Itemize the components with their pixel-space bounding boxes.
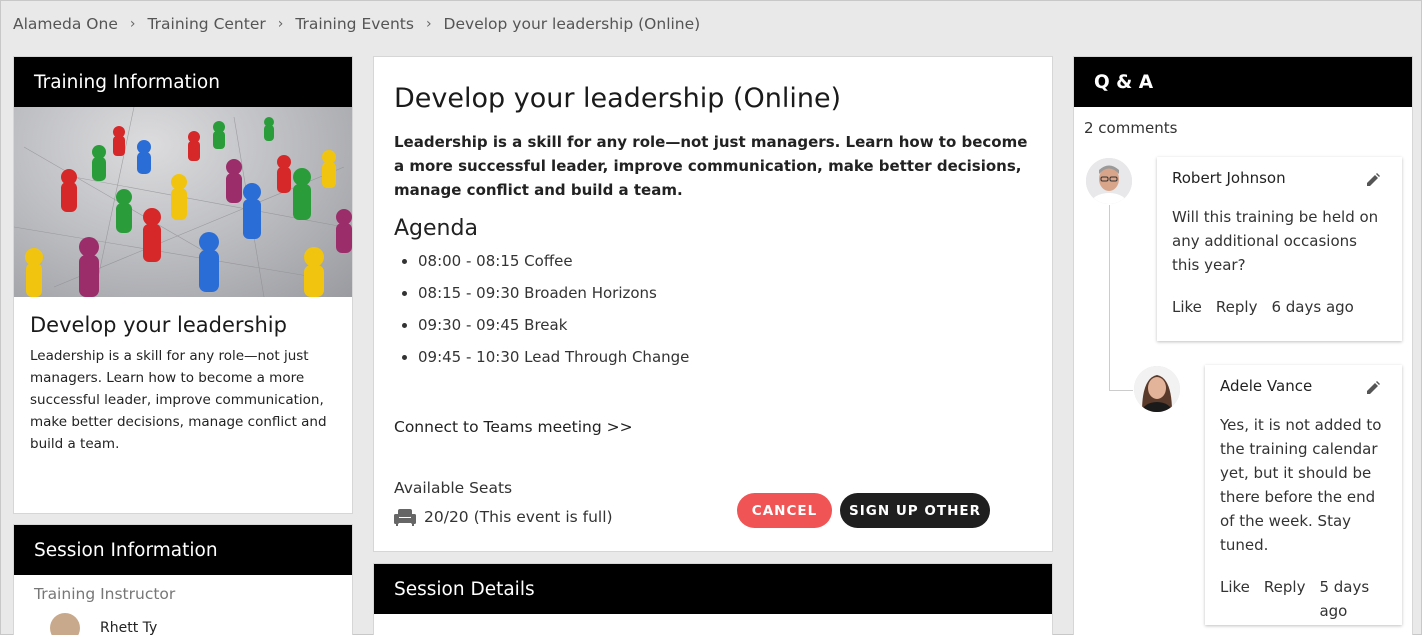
available-seats-label: Available Seats — [394, 479, 513, 497]
agenda-item: 08:15 - 09:30 Broaden Horizons — [418, 277, 1032, 309]
pencil-icon[interactable] — [1366, 173, 1380, 187]
comment-body: Yes, it is not added to the training cal… — [1220, 416, 1382, 554]
reply-button[interactable]: Reply — [1264, 575, 1306, 623]
agenda-item: 08:00 - 08:15 Coffee — [418, 245, 1032, 277]
training-hero-image — [14, 107, 352, 297]
agenda-title: Agenda — [394, 216, 478, 241]
thread-line — [1109, 205, 1110, 391]
instructor-row[interactable]: Rhett Ty — [50, 613, 352, 635]
comment-author[interactable]: Adele Vance — [1220, 377, 1387, 395]
pencil-icon[interactable] — [1366, 381, 1380, 395]
agenda-list: 08:00 - 08:15 Coffee 08:15 - 09:30 Broad… — [394, 245, 1032, 373]
chevron-right-icon: › — [425, 16, 432, 32]
sign-up-other-button[interactable]: SIGN UP OTHER — [840, 493, 990, 528]
avatar[interactable] — [1086, 158, 1132, 204]
comment-author[interactable]: Robert Johnson — [1172, 169, 1387, 187]
thread-line — [1109, 390, 1133, 391]
comment-body: Will this training be held on any additi… — [1172, 208, 1379, 274]
event-card: Develop your leadership (Online) Leaders… — [373, 56, 1053, 552]
training-information-card: Training Information Develop your leader… — [13, 56, 353, 514]
agenda-item: 09:30 - 09:45 Break — [418, 309, 1032, 341]
chevron-right-icon: › — [129, 16, 136, 32]
agenda-item: 09:45 - 10:30 Lead Through Change — [418, 341, 1032, 373]
event-lead: Leadership is a skill for any role—not j… — [394, 133, 1028, 199]
reply-button[interactable]: Reply — [1216, 295, 1258, 319]
training-information-header: Training Information — [14, 57, 352, 107]
like-button[interactable]: Like — [1172, 295, 1202, 319]
event-title: Develop your leadership (Online) — [394, 83, 842, 114]
instructor-label: Training Instructor — [34, 585, 176, 603]
comment-time: 5 days ago — [1319, 578, 1370, 620]
comment-card: Robert Johnson Will this training be hel… — [1157, 157, 1402, 341]
session-information-card: Session Information Training Instructor … — [13, 524, 353, 635]
session-details-card: Session Details — [373, 563, 1053, 635]
like-button[interactable]: Like — [1220, 575, 1250, 623]
training-title: Develop your leadership — [30, 313, 287, 337]
session-details-header: Session Details — [374, 564, 1052, 614]
chevron-right-icon: › — [277, 16, 284, 32]
comment-count: 2 comments — [1084, 119, 1178, 137]
available-seats-value: 20/20 (This event is full) — [424, 508, 613, 526]
teams-meeting-link[interactable]: Connect to Teams meeting >> — [394, 418, 633, 436]
instructor-avatar — [50, 613, 80, 635]
breadcrumb-item-training-events[interactable]: Training Events — [295, 15, 414, 33]
comment-card: Adele Vance Yes, it is not added to the … — [1205, 365, 1402, 625]
breadcrumb-item-training-center[interactable]: Training Center — [147, 15, 265, 33]
session-information-header: Session Information — [14, 525, 352, 575]
breadcrumb-item-current: Develop your leadership (Online) — [443, 15, 701, 33]
cancel-button[interactable]: CANCEL — [737, 493, 832, 528]
breadcrumb-item-home[interactable]: Alameda One — [13, 15, 118, 33]
avatar[interactable] — [1134, 366, 1180, 412]
armchair-icon — [394, 509, 416, 526]
available-seats: 20/20 (This event is full) — [394, 508, 613, 526]
comment-time: 6 days ago — [1271, 298, 1354, 316]
qa-card: Q & A 2 comments Robert Johnson Will thi… — [1073, 56, 1413, 635]
breadcrumb: Alameda One › Training Center › Training… — [13, 13, 700, 35]
qa-header: Q & A — [1074, 57, 1412, 107]
comment-actions: Like Reply 5 days ago — [1220, 575, 1387, 623]
instructor-name: Rhett Ty — [100, 620, 158, 635]
training-description: Leadership is a skill for any role—not j… — [30, 348, 327, 452]
comment-actions: Like Reply 6 days ago — [1172, 295, 1387, 319]
